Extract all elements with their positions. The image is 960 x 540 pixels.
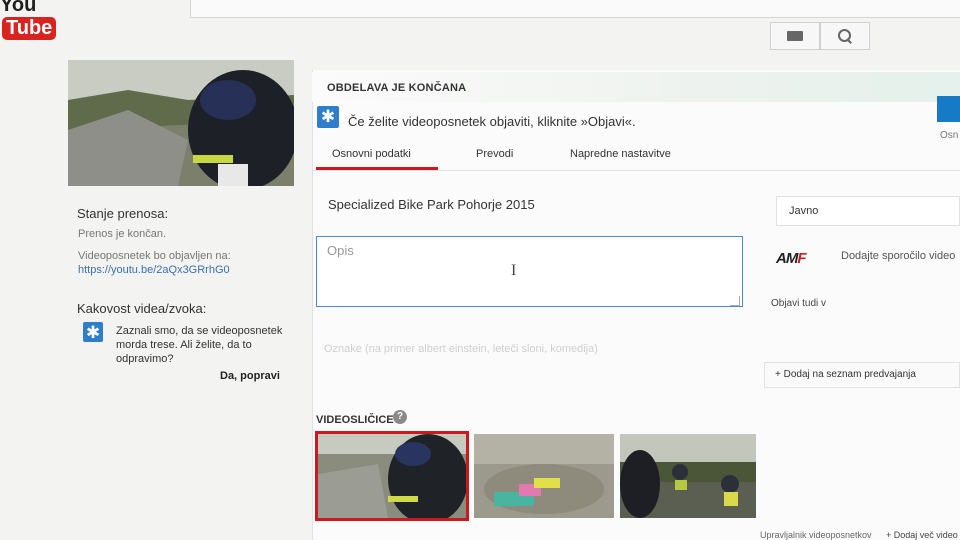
amf-logo: AMF [776,250,807,267]
text-cursor-icon: I [511,262,517,279]
also-publish-label: Objavi tudi v [771,298,827,309]
youtube-logo[interactable]: YouTube [0,0,82,40]
fix-button[interactable]: Da, popravi [220,370,280,382]
add-to-playlist-button[interactable]: + Dodaj na seznam predvajanja [764,362,960,388]
tab-translations[interactable]: Prevodi [476,148,513,160]
share-message-field[interactable]: Dodajte sporočilo video [841,250,955,262]
description-input[interactable] [316,236,743,307]
logo-you: You [0,0,37,16]
search-icon [838,29,852,43]
thumbnail-option-3[interactable] [620,434,756,518]
publish-button[interactable] [937,96,960,122]
tags-input[interactable] [316,336,756,362]
search-bar-area [190,0,960,18]
title-input[interactable] [316,186,746,222]
info-star-icon: ✱ [317,106,339,128]
tab-advanced-settings[interactable]: Napredne nastavitve [570,148,671,160]
amf-logo-accent: F [797,250,806,267]
search-button[interactable] [820,22,870,50]
video-preview[interactable] [68,60,294,186]
url-intro: Videoposnetek bo objavljen na: [78,250,231,262]
keyboard-icon [787,31,803,41]
publish-partial-label: Osn [940,130,959,141]
tab-basic-info[interactable]: Osnovni podatki [332,148,411,160]
video-manager-link[interactable]: Upravljalnik videoposnetkov [760,530,872,540]
video-url-link[interactable]: https://youtu.be/2aQx3GRrhG0 [78,264,230,276]
processing-status-title: OBDELAVA JE KONČANA [327,82,467,94]
keyboard-button[interactable] [770,22,820,50]
tabs-divider [312,170,960,171]
upload-status-heading: Stanje prenosa: [77,206,169,221]
thumbnail-option-2[interactable] [474,434,614,518]
info-star-icon: ✱ [83,322,103,342]
add-more-videos-link[interactable]: + Dodaj več video [886,530,958,540]
quality-message: Zaznali smo, da se videoposnetek morda t… [116,325,283,365]
privacy-select[interactable]: Javno [776,196,960,226]
logo-tube: Tube [2,17,57,40]
help-icon[interactable]: ? [393,410,407,424]
amf-logo-text: AM [776,250,798,267]
upload-status-value: Prenos je končan. [78,228,167,240]
publish-message: Če želite videoposnetek objaviti, klikni… [348,114,636,129]
thumbnail-option-1[interactable] [315,431,469,521]
quality-heading: Kakovost videa/zvoka: [77,301,207,316]
textarea-resize-handle[interactable] [730,296,740,306]
thumbnails-label: VIDEOSLIČICE [316,414,394,426]
